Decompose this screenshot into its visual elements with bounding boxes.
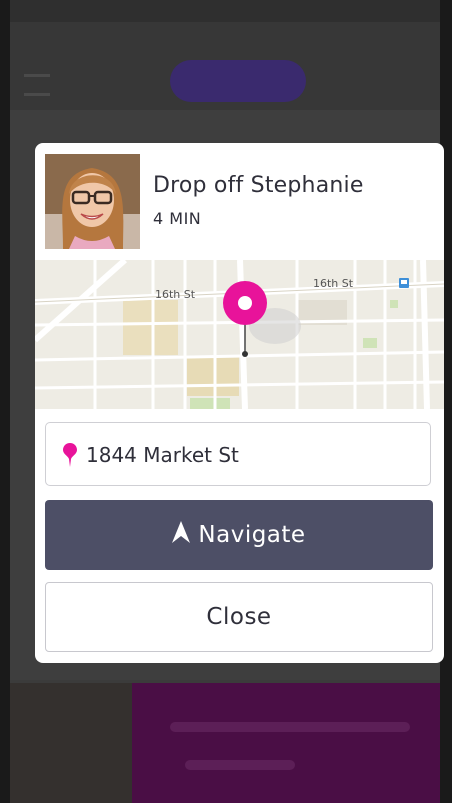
street-label-left: 16th St	[155, 288, 196, 301]
background-banner-text	[170, 722, 410, 732]
location-pin-icon	[63, 443, 77, 471]
street-label-right: 16th St	[313, 277, 354, 290]
ride-dropoff-card: Drop off Stephanie 4 MIN 16th St 16th St…	[35, 143, 444, 663]
dropoff-address: 1844 Market St	[86, 443, 239, 467]
close-button-label: Close	[206, 604, 272, 630]
menu-icon	[24, 74, 50, 96]
status-bar	[10, 0, 440, 22]
background-banner-subtext	[185, 760, 295, 770]
transit-icon	[399, 278, 409, 288]
navigation-arrow-icon	[172, 521, 191, 549]
dropoff-address-field[interactable]: 1844 Market St	[45, 422, 431, 486]
navigate-button[interactable]: Navigate	[45, 500, 433, 570]
dropoff-map[interactable]: 16th St 16th St	[35, 260, 444, 409]
rider-header: Drop off Stephanie 4 MIN	[35, 143, 444, 260]
background-mode-pill	[170, 60, 306, 102]
eta-label: 4 MIN	[153, 209, 202, 228]
background-bottom-banner	[132, 683, 440, 803]
background-avatar-area	[10, 683, 132, 803]
close-button[interactable]: Close	[45, 582, 433, 652]
background-top-bar	[10, 22, 440, 110]
navigate-button-label: Navigate	[198, 522, 306, 548]
dropoff-title: Drop off Stephanie	[153, 173, 364, 198]
rider-avatar	[45, 154, 140, 249]
